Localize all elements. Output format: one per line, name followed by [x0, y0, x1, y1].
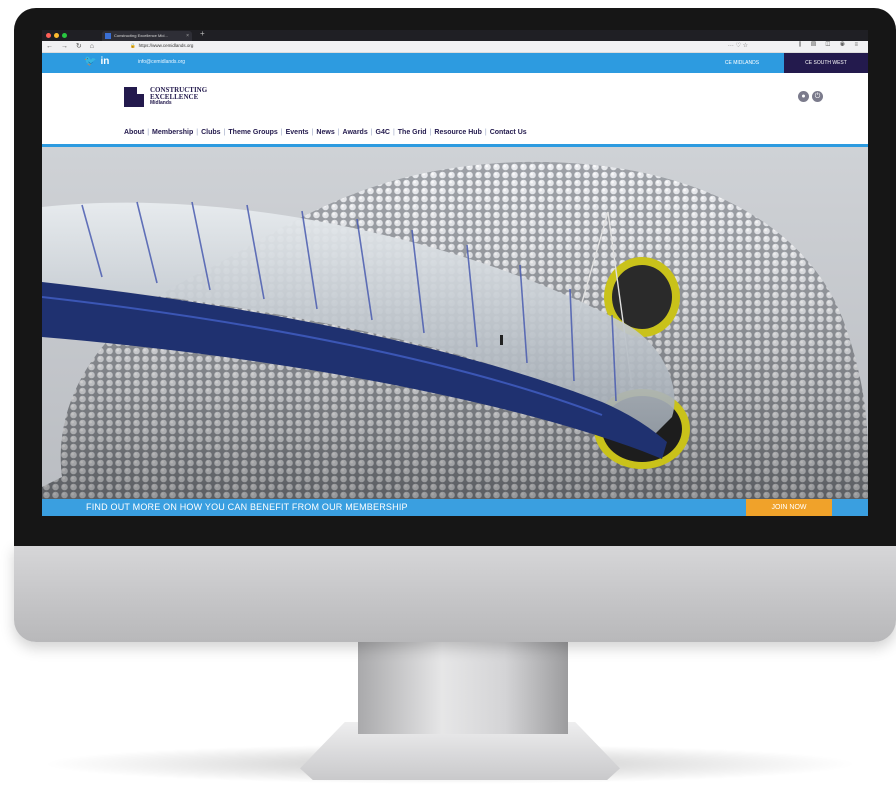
new-tab-button[interactable]: +: [200, 30, 205, 38]
nav-item-events[interactable]: Events: [286, 129, 309, 136]
imac-monitor: Constructing Excellence Mid... × + ← → ↻…: [0, 0, 896, 785]
nav-item-the-grid[interactable]: The Grid: [398, 129, 427, 136]
nav-item-about[interactable]: About: [124, 129, 144, 136]
logo-wordmark: CONSTRUCTING EXCELLENCE Midlands: [150, 87, 207, 107]
lock-icon: 🔒: [130, 43, 136, 48]
url-text: https://www.cemidlands.org: [138, 43, 194, 48]
linkedin-icon[interactable]: in: [100, 56, 109, 67]
membership-cta-bar: FIND OUT MORE ON HOW YOU CAN BENEFIT FRO…: [42, 499, 868, 516]
user-icon[interactable]: ●: [798, 91, 809, 102]
browser-address-bar: ← → ↻ ⌂ 🔒 https://www.cemidlands.org ··· …: [42, 41, 868, 53]
menu-separator: |: [370, 129, 373, 136]
region-link-southwest[interactable]: CE SOUTH WEST: [784, 53, 868, 73]
tab-title: Constructing Excellence Mid...: [114, 33, 168, 38]
menu-separator: |: [337, 129, 340, 136]
menu-separator: |: [147, 129, 150, 136]
nav-item-news[interactable]: News: [316, 129, 334, 136]
toolbar-icons[interactable]: ⫼ ▤ ◫ ◉ ≡: [799, 42, 862, 49]
menu-separator: |: [196, 129, 199, 136]
nav-item-theme-groups[interactable]: Theme Groups: [228, 129, 277, 136]
logo-mark-icon: [124, 87, 144, 107]
maximize-window-button[interactable]: [62, 33, 67, 38]
cta-text: FIND OUT MORE ON HOW YOU CAN BENEFIT FRO…: [86, 502, 408, 512]
email-link[interactable]: info@cemidlands.org: [138, 59, 185, 65]
join-now-button[interactable]: JOIN NOW: [746, 499, 832, 516]
region-link-midlands[interactable]: CE MIDLANDS: [700, 53, 784, 73]
selfridges-building-illustration: [42, 161, 868, 499]
monitor-chin: [14, 544, 896, 642]
monitor-stand-neck: [358, 642, 568, 734]
hero-image: [42, 147, 868, 499]
menu-separator: |: [280, 129, 283, 136]
power-icon[interactable]: ⏻: [812, 91, 823, 102]
social-links: 🐦 in: [84, 56, 109, 67]
main-navigation: About | Membership | Clubs | Theme Groups | Even…: [124, 129, 527, 136]
nav-item-awards[interactable]: Awards: [343, 129, 368, 136]
site-top-bar: 🐦 in info@cemidlands.org CE MIDLANDS CE …: [42, 53, 868, 73]
close-window-button[interactable]: [46, 33, 51, 38]
nav-item-g4c[interactable]: G4C: [376, 129, 390, 136]
favicon-icon: [105, 33, 111, 39]
site-header: CONSTRUCTING EXCELLENCE Midlands ● ⏻ Abo…: [42, 73, 868, 148]
browser-tab[interactable]: Constructing Excellence Mid... ×: [102, 31, 192, 41]
menu-separator: |: [223, 129, 226, 136]
tab-close-icon[interactable]: ×: [186, 31, 189, 41]
nav-item-contact-us[interactable]: Contact Us: [490, 129, 527, 136]
site-logo[interactable]: CONSTRUCTING EXCELLENCE Midlands: [124, 87, 207, 107]
menu-separator: |: [392, 129, 395, 136]
menu-separator: |: [429, 129, 432, 136]
logo-line-3: Midlands: [150, 100, 172, 106]
browser-nav-buttons[interactable]: ← → ↻ ⌂: [46, 42, 97, 50]
url-field[interactable]: 🔒 https://www.cemidlands.org: [130, 43, 193, 49]
window-controls: [46, 33, 67, 38]
page-actions-icons[interactable]: ··· ♡ ☆: [728, 42, 748, 49]
browser-tab-bar: Constructing Excellence Mid... × +: [42, 30, 868, 41]
screen: Constructing Excellence Mid... × + ← → ↻…: [42, 30, 868, 516]
nav-item-membership[interactable]: Membership: [152, 129, 193, 136]
twitter-icon[interactable]: 🐦: [84, 56, 96, 67]
nav-item-clubs[interactable]: Clubs: [201, 129, 220, 136]
menu-separator: |: [484, 129, 487, 136]
header-icons: ● ⏻: [798, 91, 823, 102]
minimize-window-button[interactable]: [54, 33, 59, 38]
nav-item-resource-hub[interactable]: Resource Hub: [434, 129, 481, 136]
menu-separator: |: [311, 129, 314, 136]
